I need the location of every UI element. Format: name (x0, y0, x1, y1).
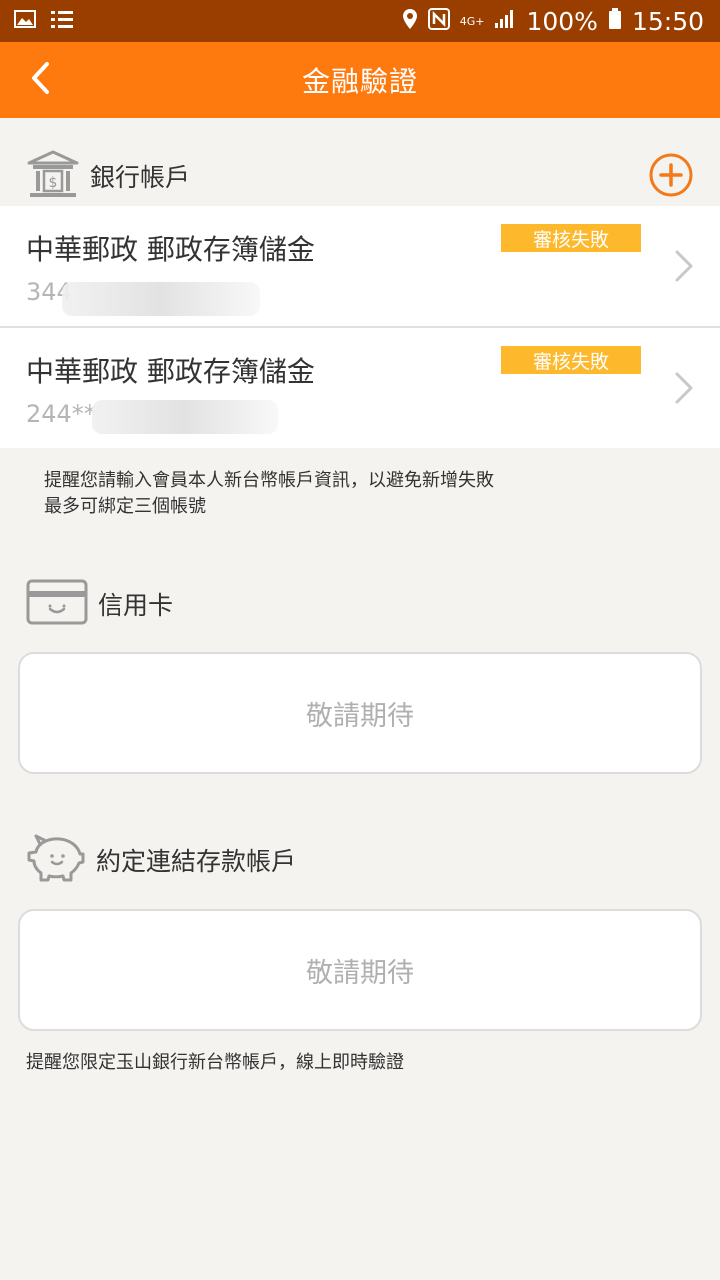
clock: 15:50 (631, 6, 704, 36)
bank-account-row[interactable]: 中華郵政 郵政存簿儲金 344 審核失敗 (0, 206, 720, 326)
deposit-section-header: 約定連結存款帳戶 (0, 830, 720, 890)
network-type-label: 4G+ (459, 14, 485, 28)
svg-text:$: $ (49, 175, 58, 191)
bank-notice-line: 最多可綁定三個帳號 (44, 496, 206, 517)
app-bar: 金融驗證 (0, 42, 720, 118)
account-name: 中華郵政 郵政存簿儲金 (26, 233, 315, 266)
nfc-icon (427, 8, 450, 34)
add-bank-account-button[interactable] (648, 152, 694, 198)
signal-icon (494, 9, 516, 33)
deposit-coming-soon-card: 敬請期待 (18, 909, 702, 1031)
battery-percent: 100% (526, 6, 598, 36)
status-left (14, 9, 74, 33)
credit-card-icon (26, 579, 88, 629)
bank-icon: $ (26, 149, 80, 203)
status-bar: 4G+ 100% 15:50 (0, 0, 720, 42)
account-number: 244** (26, 400, 96, 428)
redacted-number-mask (92, 400, 278, 434)
page-title: 金融驗證 (301, 65, 418, 98)
battery-icon (608, 8, 622, 34)
account-name: 中華郵政 郵政存簿儲金 (26, 355, 315, 388)
status-badge: 審核失敗 (501, 224, 641, 252)
chevron-right-icon (672, 248, 696, 284)
redacted-number-mask (62, 282, 260, 316)
coming-soon-text: 敬請期待 (306, 957, 414, 989)
back-button[interactable] (20, 56, 60, 104)
coming-soon-text: 敬請期待 (306, 700, 414, 732)
piggy-bank-icon (26, 832, 86, 888)
bank-section-header: $ 銀行帳戶 (0, 146, 720, 206)
credit-card-section-header: 信用卡 (0, 574, 720, 634)
status-right: 4G+ 100% 15:50 (402, 7, 704, 36)
deposit-section-label: 約定連結存款帳戶 (96, 847, 297, 876)
list-notification-icon (50, 9, 74, 33)
bank-account-row[interactable]: 中華郵政 郵政存簿儲金 244** 審核失敗 (0, 328, 720, 448)
location-icon (402, 8, 418, 34)
credit-card-section-label: 信用卡 (98, 591, 174, 620)
chevron-left-icon (29, 61, 51, 99)
credit-card-coming-soon-card: 敬請期待 (18, 652, 702, 774)
bank-notice-line: 提醒您請輸入會員本人新台幣帳戶資訊，以避免新增失敗 (44, 470, 494, 491)
bank-section-label: 銀行帳戶 (90, 163, 191, 192)
gallery-notification-icon (14, 10, 36, 32)
plus-circle-icon (648, 153, 694, 202)
chevron-right-icon (672, 370, 696, 406)
bank-notice: 提醒您請輸入會員本人新台幣帳戶資訊，以避免新增失敗 最多可綁定三個帳號 (44, 468, 494, 520)
deposit-notice: 提醒您限定玉山銀行新台幣帳戶，線上即時驗證 (26, 1052, 404, 1073)
status-badge: 審核失敗 (501, 346, 641, 374)
